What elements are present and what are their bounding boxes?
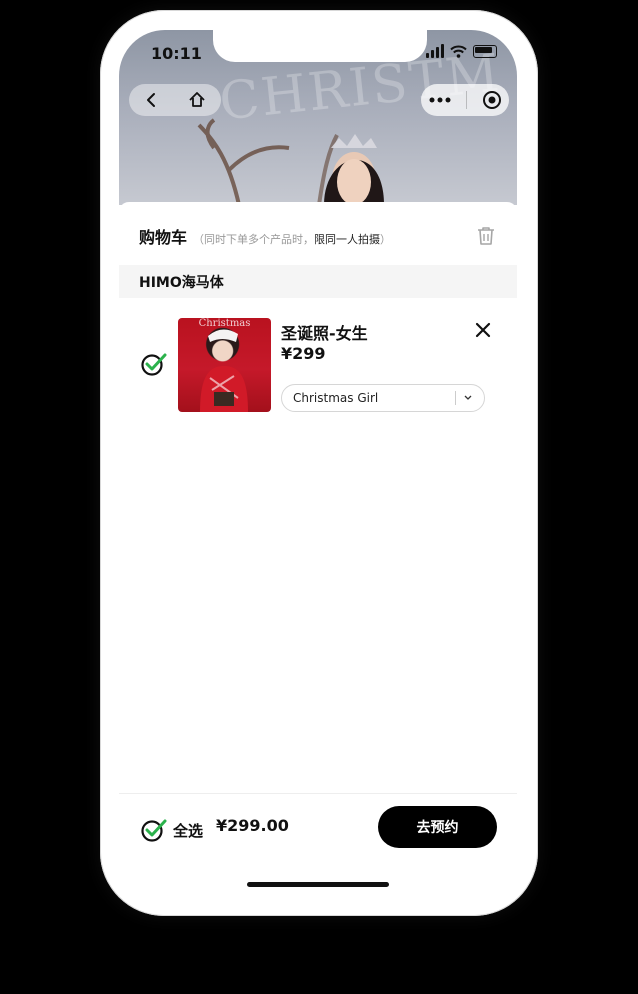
remove-item-icon[interactable] bbox=[475, 322, 491, 338]
total-price: ¥299.00 bbox=[216, 816, 289, 835]
option-select-value: Christmas Girl bbox=[293, 391, 379, 405]
miniapp-capsule bbox=[421, 84, 509, 116]
chevron-down-icon bbox=[464, 395, 472, 400]
cart-sheet: 购物车 （同时下单多个产品时，限同一人拍摄） HIMO海马体 Christmas bbox=[119, 202, 517, 888]
notch bbox=[213, 30, 427, 62]
store-bar: HIMO海马体 bbox=[119, 265, 517, 298]
signal-icon bbox=[426, 44, 444, 58]
item-price: ¥299 bbox=[281, 344, 326, 363]
checkout-bar: 全选 ¥299.00 去预约 bbox=[119, 793, 517, 888]
status-time: 10:11 bbox=[151, 44, 202, 63]
item-thumbnail[interactable]: Christmas bbox=[178, 318, 271, 412]
wifi-icon bbox=[450, 45, 467, 58]
item-title: 圣诞照-女生 bbox=[281, 324, 368, 343]
item-checkbox-icon[interactable] bbox=[141, 352, 167, 376]
status-icons bbox=[426, 44, 497, 58]
home-indicator bbox=[247, 882, 389, 887]
cart-note-suffix: ） bbox=[380, 233, 392, 246]
nav-capsule-left bbox=[129, 84, 221, 116]
home-icon[interactable] bbox=[188, 91, 206, 109]
close-miniapp-icon[interactable] bbox=[482, 90, 502, 110]
select-all-label: 全选 bbox=[173, 821, 204, 840]
cart-title: 购物车 bbox=[139, 228, 188, 247]
trash-icon[interactable] bbox=[477, 226, 495, 246]
battery-icon bbox=[473, 44, 497, 58]
select-all[interactable]: 全选 bbox=[141, 818, 203, 842]
back-icon[interactable] bbox=[144, 92, 158, 108]
more-icon[interactable] bbox=[429, 97, 451, 103]
cart-note-prefix: （同时下单多个产品时， bbox=[193, 233, 315, 246]
cart-header: 购物车 （同时下单多个产品时，限同一人拍摄） bbox=[139, 224, 391, 248]
phone-screen: CHRISTM 10:11 购物车 （同时下单多个产品时，限同一人拍摄） HIM… bbox=[119, 30, 517, 888]
capsule-divider bbox=[465, 91, 467, 109]
thumbnail-figure bbox=[200, 329, 248, 412]
select-all-checkbox-icon[interactable] bbox=[141, 818, 167, 842]
store-name: HIMO海马体 bbox=[139, 274, 224, 291]
cart-note: （同时下单多个产品时，限同一人拍摄） bbox=[193, 231, 391, 247]
book-button[interactable]: 去预约 bbox=[378, 806, 497, 848]
select-divider bbox=[455, 391, 456, 405]
cart-note-emphasis: 限同一人拍摄 bbox=[314, 233, 381, 246]
hero-banner: CHRISTM 10:11 bbox=[119, 30, 517, 205]
cart-item: Christmas 圣诞照-女生 ¥299 Christmas Girl bbox=[119, 318, 517, 414]
option-select[interactable]: Christmas Girl bbox=[281, 384, 485, 412]
